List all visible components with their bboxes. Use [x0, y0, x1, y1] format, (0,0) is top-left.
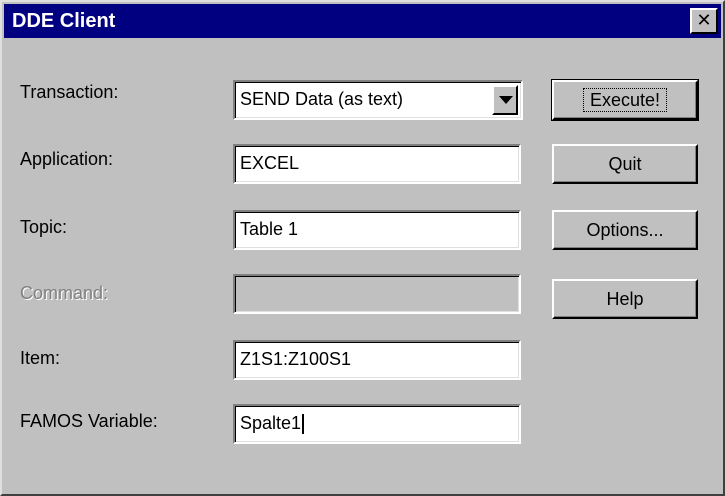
command-label: Command:	[20, 283, 109, 303]
item-field[interactable]: Z1S1:Z100S1	[233, 340, 521, 380]
text-caret	[302, 414, 305, 435]
options-button-label: Options...	[586, 220, 664, 240]
transaction-dropdown-button[interactable]	[492, 85, 518, 115]
application-field[interactable]: EXCEL	[233, 144, 521, 184]
famos-variable-label: FAMOS Variable:	[20, 411, 158, 431]
topic-field[interactable]: Table 1	[233, 210, 521, 250]
chevron-down-icon	[499, 96, 513, 104]
close-button[interactable]: ✕	[690, 8, 718, 34]
command-field	[233, 274, 521, 314]
transaction-combobox[interactable]: SEND Data (as text)	[233, 80, 523, 120]
item-label: Item:	[20, 348, 61, 368]
window-title: DDE Client	[12, 10, 116, 32]
options-button[interactable]: Options...	[552, 210, 698, 250]
help-button[interactable]: Help	[552, 279, 698, 319]
application-label: Application:	[20, 149, 114, 169]
quit-button-label: Quit	[608, 154, 642, 174]
transaction-value: SEND Data (as text)	[240, 89, 404, 109]
famos-variable-value: Spalte1	[240, 413, 302, 433]
quit-button[interactable]: Quit	[552, 144, 698, 184]
dde-client-dialog: DDE Client ✕ Transaction: SEND Data (as …	[0, 0, 725, 496]
transaction-label: Transaction:	[20, 82, 119, 102]
title-bar: DDE Client ✕	[4, 4, 721, 38]
famos-variable-field[interactable]: Spalte1	[233, 404, 521, 444]
help-button-label: Help	[606, 289, 644, 309]
close-icon: ✕	[696, 10, 712, 31]
topic-label: Topic:	[20, 217, 68, 237]
execute-button[interactable]: Execute!	[551, 79, 699, 121]
execute-button-label: Execute!	[582, 88, 668, 112]
